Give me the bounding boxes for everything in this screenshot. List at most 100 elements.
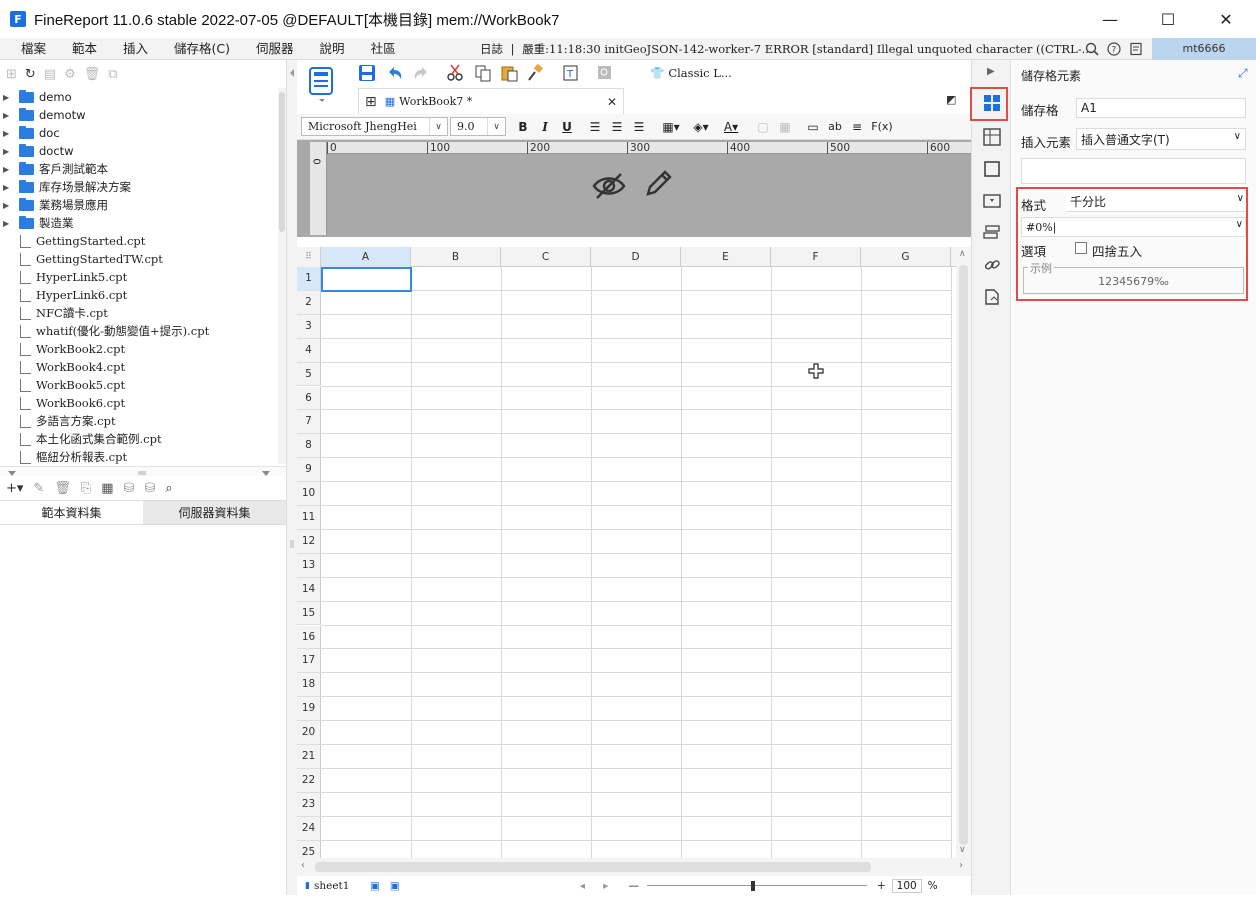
theme-selector[interactable]: 👕 Classic L...: [650, 64, 732, 82]
format-painter-icon[interactable]: [526, 63, 544, 82]
zoom-slider[interactable]: [646, 880, 867, 891]
tree-file[interactable]: whatif(優化-動態變值+提示).cpt: [0, 322, 280, 340]
expand-arrow-icon[interactable]: ▶: [3, 165, 15, 174]
row-header-9[interactable]: 9: [297, 458, 321, 483]
column-header-a[interactable]: A: [321, 247, 411, 267]
database-settings-icon[interactable]: ⛁: [144, 481, 155, 496]
tab-server-dataset[interactable]: 伺服器資料集: [143, 501, 286, 524]
save-icon[interactable]: [358, 64, 376, 82]
insert-row-icon[interactable]: ▭: [802, 120, 824, 134]
cell-content-input[interactable]: [1021, 158, 1246, 184]
italic-button[interactable]: I: [534, 120, 556, 134]
copy-icon[interactable]: [474, 64, 492, 82]
row-header-3[interactable]: 3: [297, 314, 321, 339]
style-icon[interactable]: [983, 160, 1001, 178]
row-header-2[interactable]: 2: [297, 290, 321, 315]
hide-eye-icon[interactable]: [592, 171, 626, 201]
log-bar[interactable]: 日誌 | 嚴重:11:18:30 initGeoJSON-142-worker-…: [480, 38, 1093, 60]
row-header-16[interactable]: 16: [297, 625, 321, 650]
undo-icon[interactable]: [386, 64, 404, 82]
tree-folder[interactable]: ▶ demo: [0, 88, 280, 106]
expand-arrow-icon[interactable]: ▶: [3, 219, 15, 228]
wrap-text-icon[interactable]: ≡: [846, 120, 868, 134]
row-header-23[interactable]: 23: [297, 792, 321, 817]
row-header-11[interactable]: 11: [297, 506, 321, 530]
row-header-19[interactable]: 19: [297, 697, 321, 722]
condition-icon[interactable]: [983, 224, 1001, 242]
formula-button[interactable]: F(x): [868, 120, 896, 133]
expand-arrow-icon[interactable]: ▶: [3, 129, 15, 138]
tree-file[interactable]: GettingStartedTW.cpt: [0, 250, 280, 268]
row-header-4[interactable]: 4: [297, 338, 321, 363]
cut-icon[interactable]: [446, 64, 464, 82]
row-header-24[interactable]: 24: [297, 816, 321, 841]
left-splitter[interactable]: [287, 60, 297, 895]
tree-file[interactable]: WorkBook2.cpt: [0, 340, 280, 358]
tree-file[interactable]: GettingStarted.cpt: [0, 232, 280, 250]
menu-insert[interactable]: 插入: [110, 38, 161, 60]
bold-button[interactable]: B: [512, 120, 534, 134]
column-header-b[interactable]: B: [411, 247, 501, 267]
scroll-up-icon[interactable]: ∧: [959, 249, 966, 259]
expand-arrow-icon[interactable]: ▶: [3, 201, 15, 210]
expand-arrow-icon[interactable]: ▶: [3, 147, 15, 156]
horizontal-scroll-thumb[interactable]: [315, 862, 871, 872]
column-header-c[interactable]: C: [501, 247, 591, 267]
align-left-icon[interactable]: ☰: [584, 120, 606, 134]
row-header-21[interactable]: 21: [297, 745, 321, 769]
row-header-13[interactable]: 13: [297, 553, 321, 578]
template-icon[interactable]: [306, 64, 338, 104]
row-header-20[interactable]: 20: [297, 721, 321, 745]
tree-folder[interactable]: ▶ 客戶測試範本: [0, 160, 280, 178]
column-header-g[interactable]: G: [861, 247, 951, 267]
column-header-e[interactable]: E: [681, 247, 771, 267]
hyperlink-icon[interactable]: [983, 256, 1001, 274]
panel-splitter[interactable]: [0, 466, 286, 476]
scroll-left-icon[interactable]: ‹: [301, 860, 305, 871]
row-header-17[interactable]: 17: [297, 649, 321, 674]
menu-server[interactable]: 伺服器: [243, 38, 307, 60]
row-header-5[interactable]: 5: [297, 362, 321, 387]
template-info-icon[interactable]: ▤: [44, 67, 56, 82]
add-dataset-icon[interactable]: +▾: [6, 481, 23, 496]
notes-icon[interactable]: [1128, 41, 1144, 57]
edit-pencil-icon[interactable]: [642, 168, 674, 200]
row-header-14[interactable]: 14: [297, 577, 321, 602]
expand-panel-icon[interactable]: ▶: [987, 66, 995, 77]
delete-icon[interactable]: 🗑: [84, 67, 101, 82]
refresh-icon[interactable]: ↻: [25, 67, 36, 82]
tree-file[interactable]: NFC讀卡.cpt: [0, 304, 280, 322]
tree-folder[interactable]: ▶ 業務場景應用: [0, 196, 280, 214]
database-icon[interactable]: ⛁: [124, 481, 135, 496]
zoom-input[interactable]: 100: [891, 878, 922, 893]
row-header-7[interactable]: 7: [297, 410, 321, 435]
search-template-icon[interactable]: [596, 64, 614, 82]
row-header-1[interactable]: 1: [297, 267, 321, 291]
dataset-config-icon[interactable]: ▦: [101, 481, 113, 496]
help-icon[interactable]: ?: [1106, 41, 1122, 57]
vertical-scrollbar[interactable]: ∧ ∨: [956, 247, 971, 858]
next-sheet-icon[interactable]: ▸: [603, 880, 608, 892]
row-header-6[interactable]: 6: [297, 386, 321, 411]
font-size-select[interactable]: 9.0 ∨: [450, 117, 506, 136]
tree-file[interactable]: WorkBook4.cpt: [0, 358, 280, 376]
zoom-out-button[interactable]: —: [628, 880, 639, 892]
tree-scrollbar[interactable]: [278, 88, 286, 464]
underline-button[interactable]: U: [556, 120, 578, 134]
tree-file[interactable]: HyperLink5.cpt: [0, 268, 280, 286]
tree-folder[interactable]: ▶ 製造業: [0, 214, 280, 232]
scroll-down-icon[interactable]: ∨: [959, 845, 966, 855]
preview-icon[interactable]: T: [562, 64, 580, 82]
menu-file[interactable]: 檔案: [8, 38, 59, 60]
align-center-icon[interactable]: ☰: [606, 120, 628, 134]
border-icon[interactable]: ▦▾: [656, 120, 686, 134]
tree-file[interactable]: WorkBook6.cpt: [0, 394, 280, 412]
tab-template-dataset[interactable]: 範本資料集: [0, 501, 143, 524]
vertical-scroll-thumb[interactable]: [959, 265, 968, 845]
expand-arrow-icon[interactable]: ▶: [3, 183, 15, 192]
filter-icon[interactable]: [983, 288, 1001, 306]
merge-cells-icon[interactable]: ▢: [752, 120, 774, 134]
menu-cell[interactable]: 儲存格(C): [161, 38, 243, 60]
menu-community[interactable]: 社區: [358, 38, 409, 60]
row-header-12[interactable]: 12: [297, 529, 321, 554]
